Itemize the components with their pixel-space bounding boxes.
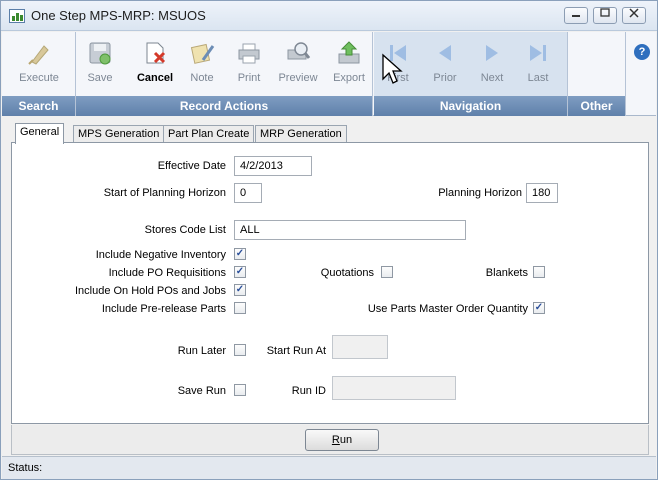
status-bar: Status: [2,456,656,479]
maximize-button[interactable] [593,7,617,24]
mouse-cursor-icon [382,53,403,84]
tab-mrp-generation[interactable]: MRP Generation [255,125,347,143]
stores-code-list-label: Stores Code List [144,224,226,236]
minimize-icon [572,15,580,17]
preview-icon [287,42,311,60]
save-run-checkbox[interactable] [234,384,246,396]
note-button[interactable]: Note [182,38,222,94]
last-icon [530,45,546,61]
include-po-requisitions-checkbox[interactable]: ✓ [234,266,246,278]
preview-label: Preview [278,72,318,84]
include-prerelease-parts-label: Include Pre-release Parts [101,303,226,315]
run-button[interactable]: Run [305,429,379,451]
minimize-button[interactable] [564,7,588,24]
cancel-button[interactable]: Cancel [132,38,178,94]
start-planning-horizon-field[interactable]: 0 [234,183,262,203]
blankets-checkbox[interactable] [533,266,545,278]
export-button[interactable]: Export [327,38,371,94]
run-accelerator: R [331,434,340,446]
last-label: Last [527,72,549,84]
tab-mps-generation[interactable]: MPS Generation [73,125,165,143]
cancel-icon [146,42,166,64]
app-window: One Step MPS-MRP: MSUOS Execute Search S… [0,0,658,480]
execute-icon [28,45,49,65]
run-button-strip: Run [11,425,649,455]
close-icon [629,8,639,18]
general-tab-panel: Effective Date 4/2/2013 Start of Plannin… [11,142,649,424]
tab-part-plan-create[interactable]: Part Plan Create [163,125,255,143]
window-title: One Step MPS-MRP: MSUOS [31,8,206,23]
effective-date-field[interactable]: 4/2/2013 [234,156,312,176]
other-group-label: Other [568,96,625,116]
search-group-label: Search [2,96,75,116]
cancel-label: Cancel [136,72,174,84]
start-planning-horizon-label: Start of Planning Horizon [103,187,226,199]
run-id-field[interactable] [332,376,456,400]
close-button[interactable] [622,7,646,24]
export-label: Export [333,72,365,84]
record-actions-group: Save Cancel Note Print Preview Export Re… [76,32,373,116]
help-button[interactable]: ? [634,44,650,60]
next-label: Next [480,72,504,84]
quotations-checkbox[interactable] [381,266,393,278]
print-label: Print [237,72,261,84]
title-bar: One Step MPS-MRP: MSUOS [1,1,657,31]
run-id-label: Run ID [291,385,326,397]
save-button[interactable]: Save [80,38,120,94]
blankets-label: Blankets [485,267,528,279]
preview-button[interactable]: Preview [273,38,323,94]
next-button[interactable]: Next [472,38,512,94]
run-later-checkbox[interactable] [234,344,246,356]
start-run-at-label: Start Run At [266,345,326,357]
include-negative-inventory-label: Include Negative Inventory [95,249,226,261]
next-icon [486,45,498,61]
include-negative-inventory-checkbox[interactable]: ✓ [234,248,246,260]
note-icon [190,43,215,64]
save-label: Save [87,72,113,84]
note-label: Note [190,72,214,84]
execute-button[interactable]: Execute [16,38,62,94]
ribbon-toolbar: Execute Search Save Cancel Note Print Pr… [2,32,656,116]
status-label: Status: [8,462,43,474]
use-parts-master-label: Use Parts Master Order Quantity [367,303,528,315]
execute-label: Execute [19,72,59,84]
prior-label: Prior [433,72,457,84]
start-run-at-field[interactable] [332,335,388,359]
navigation-group-label: Navigation [374,96,567,116]
prior-icon [439,45,451,61]
last-button[interactable]: Last [518,38,558,94]
tab-general[interactable]: General [15,123,65,144]
include-on-hold-checkbox[interactable]: ✓ [234,284,246,296]
planning-horizon-label: Planning Horizon [438,187,522,199]
run-later-label: Run Later [177,345,226,357]
include-po-requisitions-label: Include PO Requisitions [108,267,226,279]
other-group: Other [568,32,626,116]
search-group: Execute Search [2,32,76,116]
maximize-icon [600,8,610,17]
quotations-label: Quotations [320,267,374,279]
save-icon [89,42,111,65]
prior-button[interactable]: Prior [425,38,465,94]
print-icon [238,43,260,64]
effective-date-label: Effective Date [157,160,226,172]
save-run-label: Save Run [177,385,226,397]
run-label-rest: un [339,434,353,446]
print-button[interactable]: Print [229,38,269,94]
include-on-hold-label: Include On Hold POs and Jobs [74,285,226,297]
include-prerelease-parts-checkbox[interactable] [234,302,246,314]
app-icon [9,9,25,23]
export-icon [338,41,360,64]
stores-code-list-field[interactable]: ALL [234,220,466,240]
use-parts-master-checkbox[interactable]: ✓ [533,302,545,314]
record-actions-group-label: Record Actions [76,96,372,116]
planning-horizon-field[interactable]: 180 [526,183,558,203]
